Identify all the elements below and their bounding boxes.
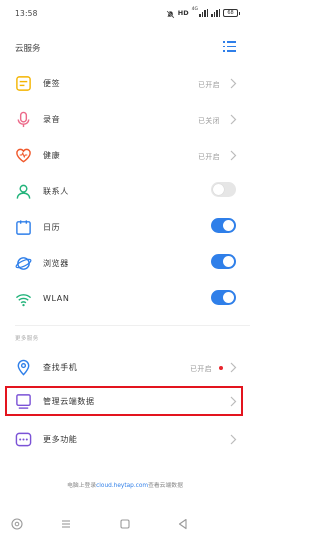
assistant-icon[interactable] bbox=[10, 517, 24, 531]
row-status: 已开启 bbox=[190, 365, 212, 373]
browser-toggle[interactable] bbox=[211, 254, 236, 269]
highlight-box bbox=[5, 386, 243, 416]
row-label: 更多功能 bbox=[43, 435, 78, 444]
red-dot-indicator bbox=[219, 366, 223, 370]
heart-icon bbox=[16, 148, 31, 163]
toggle-knob bbox=[213, 184, 224, 195]
toggle-knob bbox=[223, 292, 234, 303]
row-label: 联系人 bbox=[43, 187, 69, 196]
find-phone-icon bbox=[17, 359, 30, 376]
chevron-right-icon bbox=[230, 434, 237, 445]
toggle-knob bbox=[223, 256, 234, 267]
chevron-right-icon bbox=[230, 150, 237, 161]
row-status: 已关闭 bbox=[198, 117, 220, 125]
chevron-right-icon bbox=[230, 78, 237, 89]
calendar-toggle[interactable] bbox=[211, 218, 236, 233]
list-icon[interactable] bbox=[223, 41, 236, 52]
row-status: 已开启 bbox=[198, 81, 220, 89]
section-label: 更多服务 bbox=[15, 336, 39, 342]
contacts-icon bbox=[16, 184, 31, 199]
back-icon[interactable] bbox=[176, 517, 190, 531]
row-more-features[interactable]: 更多功能 bbox=[0, 422, 250, 458]
contacts-toggle[interactable] bbox=[211, 182, 236, 197]
screen: 13:58 HD 4G 68 云服务 便签 已开启 录音 已关闭 健康 已开启 … bbox=[0, 0, 250, 542]
battery-icon: 68 bbox=[223, 9, 240, 17]
row-label: 录音 bbox=[43, 115, 61, 124]
chevron-right-icon bbox=[230, 362, 237, 373]
row-contacts: 联系人 bbox=[0, 174, 250, 210]
row-label: WLAN bbox=[43, 294, 70, 303]
row-health[interactable]: 健康 已开启 bbox=[0, 138, 250, 174]
toggle-knob bbox=[223, 220, 234, 231]
menu-icon[interactable] bbox=[59, 517, 73, 531]
row-recorder[interactable]: 录音 已关闭 bbox=[0, 102, 250, 138]
footer-prefix: 电脑上登录 bbox=[67, 483, 97, 489]
footer-link[interactable]: cloud.heytap.com bbox=[96, 483, 148, 489]
more-icon bbox=[15, 432, 32, 447]
page-title: 云服务 bbox=[15, 44, 41, 54]
wlan-toggle[interactable] bbox=[211, 290, 236, 305]
row-label: 查找手机 bbox=[43, 363, 78, 372]
status-time: 13:58 bbox=[15, 9, 38, 18]
browser-icon bbox=[15, 257, 32, 270]
row-calendar: 日历 bbox=[0, 210, 250, 246]
row-notes[interactable]: 便签 已开启 bbox=[0, 66, 250, 102]
row-label: 浏览器 bbox=[43, 259, 69, 268]
signal-icon bbox=[199, 9, 208, 17]
chevron-right-icon bbox=[230, 114, 237, 125]
network-label: 4G bbox=[191, 7, 198, 12]
home-icon[interactable] bbox=[118, 517, 132, 531]
status-icons: HD 4G 68 bbox=[166, 7, 240, 19]
row-wlan: WLAN bbox=[0, 282, 250, 318]
microphone-icon bbox=[17, 111, 30, 128]
footer-text: 电脑上登录cloud.heytap.com查看云端数据 bbox=[0, 480, 250, 489]
row-status: 已开启 bbox=[198, 153, 220, 161]
wifi-icon bbox=[15, 294, 32, 307]
status-bar: 13:58 HD 4G 68 bbox=[0, 0, 250, 26]
hd-label: HD bbox=[177, 9, 189, 17]
divider bbox=[15, 325, 250, 326]
header: 云服务 bbox=[0, 32, 250, 62]
row-label: 便签 bbox=[43, 79, 61, 88]
notes-icon bbox=[16, 76, 31, 91]
mute-icon bbox=[166, 4, 175, 23]
row-find-phone[interactable]: 查找手机 已开启 bbox=[0, 350, 250, 386]
row-label: 健康 bbox=[43, 151, 61, 160]
signal-icon-2 bbox=[211, 9, 220, 17]
footer-suffix: 查看云端数据 bbox=[148, 483, 183, 489]
row-browser: 浏览器 bbox=[0, 246, 250, 282]
nav-bar bbox=[0, 506, 250, 542]
calendar-icon bbox=[16, 220, 31, 235]
row-label: 日历 bbox=[43, 223, 61, 232]
